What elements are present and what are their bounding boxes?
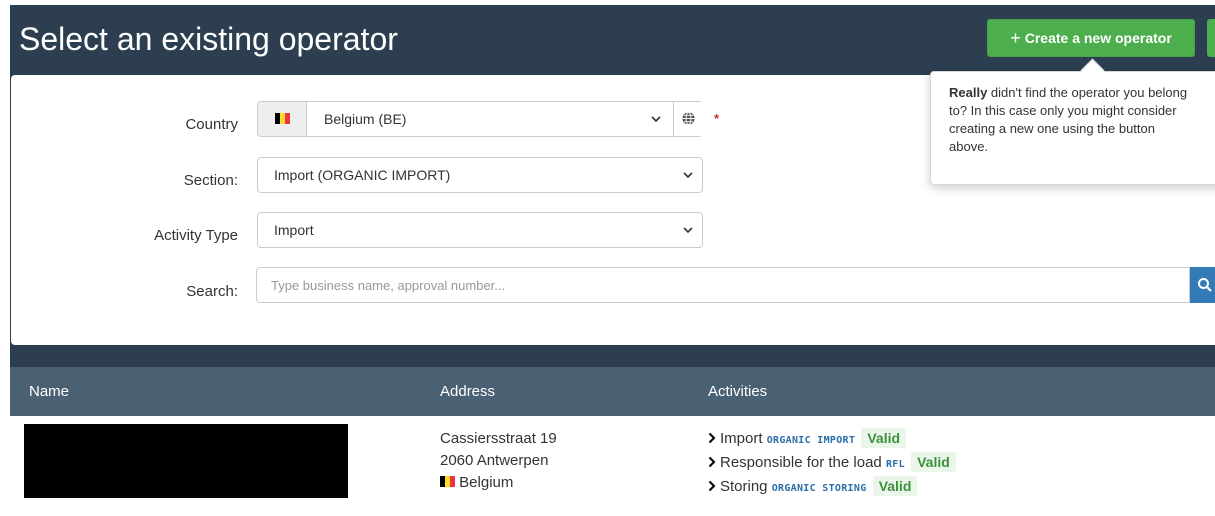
belgium-flag-icon <box>440 476 455 487</box>
search-icon <box>1198 278 1212 292</box>
search-input[interactable] <box>256 267 1190 303</box>
operator-address: Cassiersstraat 19 2060 Antwerpen Belgium <box>440 428 557 494</box>
popover-line-2: to? In this case only you might consider <box>949 103 1177 118</box>
popover-text: Really didn't find the operator you belo… <box>949 84 1215 156</box>
operator-selection-page: Select an existing operator + Create a ne… <box>10 5 1215 516</box>
activity-code: ORGANIC IMPORT <box>766 435 856 446</box>
page-title: Select an existing operator <box>19 21 398 57</box>
country-select[interactable]: Belgium (BE) <box>257 101 704 137</box>
redacted-operator-name <box>24 424 348 498</box>
activity-item[interactable]: Responsible for the load RFL Valid <box>708 452 956 476</box>
column-header-activities[interactable]: Activities <box>708 383 767 400</box>
address-country-line: Belgium <box>440 472 557 494</box>
plus-icon: + <box>1010 28 1021 48</box>
address-city: 2060 Antwerpen <box>440 452 549 469</box>
activity-code: ORGANIC STORING <box>771 483 867 494</box>
activity-type-select[interactable]: Import <box>257 212 703 248</box>
activity-item[interactable]: Import ORGANIC IMPORT Valid <box>708 428 956 452</box>
create-operator-label: Create a new operator <box>1024 30 1172 46</box>
chevron-right-icon <box>708 432 716 444</box>
create-operator-popover: Really didn't find the operator you belo… <box>930 71 1215 185</box>
country-value: Belgium (BE) <box>324 111 407 127</box>
activity-type-label: Activity Type <box>154 227 238 244</box>
column-header-address[interactable]: Address <box>440 383 495 400</box>
globe-icon <box>682 111 695 126</box>
popover-line-3: creating a new one using the button <box>949 121 1155 136</box>
flag-addon <box>258 102 307 136</box>
popover-line-1: didn't find the operator you belong <box>987 85 1188 100</box>
status-badge: Valid <box>911 452 956 472</box>
create-operator-button[interactable]: + Create a new operator <box>987 19 1195 57</box>
globe-button[interactable] <box>673 102 704 136</box>
page-header: Select an existing operator + Create a ne… <box>10 5 1215 73</box>
section-select[interactable]: Import (ORGANIC IMPORT) <box>257 157 703 193</box>
required-marker: * <box>714 111 720 126</box>
activity-name: Storing <box>720 478 768 495</box>
search-button[interactable] <box>1190 267 1215 303</box>
activity-item[interactable]: Storing ORGANIC STORING Valid <box>708 476 956 500</box>
address-country: Belgium <box>459 474 514 491</box>
operator-activities: Import ORGANIC IMPORT Valid Responsible … <box>708 428 956 500</box>
popover-line-4: above. <box>949 139 989 154</box>
chevron-down-icon <box>683 227 693 234</box>
address-street: Cassiersstraat 19 <box>440 430 557 447</box>
section-label: Section: <box>183 172 238 189</box>
popover-emphasis: Really <box>949 85 988 100</box>
chevron-right-icon <box>708 480 716 492</box>
table-row[interactable]: Cassiersstraat 19 2060 Antwerpen Belgium… <box>10 416 1215 516</box>
column-header-name[interactable]: Name <box>29 383 69 400</box>
country-label: Country <box>185 116 238 133</box>
chevron-right-icon <box>708 456 716 468</box>
section-value: Import (ORGANIC IMPORT) <box>274 167 451 183</box>
search-label: Search: <box>186 283 238 300</box>
belgium-flag-icon <box>275 113 290 124</box>
activity-type-value: Import <box>274 222 314 238</box>
table-header: Name Address Activities <box>10 367 1215 416</box>
activity-code: RFL <box>885 459 905 470</box>
activity-name: Import <box>720 430 763 447</box>
extra-action-button[interactable] <box>1207 19 1215 57</box>
status-badge: Valid <box>861 428 907 448</box>
activity-name: Responsible for the load <box>720 454 882 471</box>
chevron-down-icon <box>651 116 661 123</box>
chevron-down-icon <box>683 172 693 179</box>
status-badge: Valid <box>872 476 918 496</box>
